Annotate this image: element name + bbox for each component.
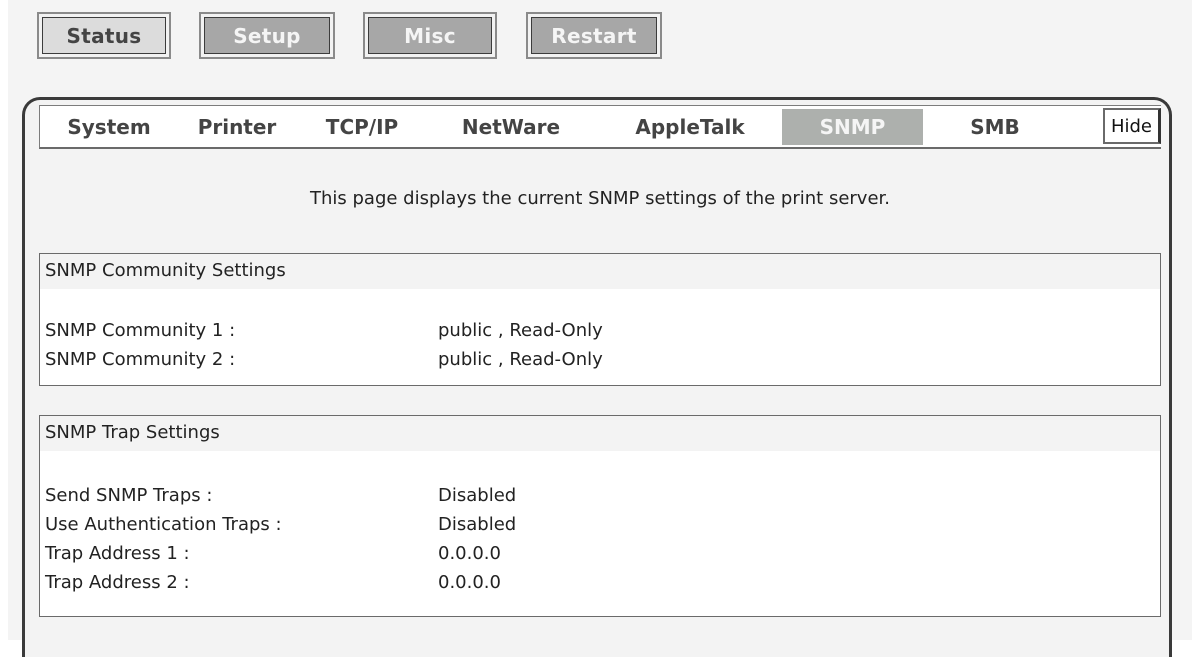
trap-row: Trap Address 2 : 0.0.0.0 [40,568,1160,597]
community-row: SNMP Community 1 : public , Read-Only [40,316,1160,345]
tab-system[interactable]: System [44,109,174,145]
row-label: SNMP Community 1 : [45,320,236,341]
left-margin [0,0,8,640]
tab-netware[interactable]: NetWare [424,109,598,145]
row-value: Disabled [438,514,517,535]
setup-button[interactable]: Setup [199,12,335,59]
trap-row: Use Authentication Traps : Disabled [40,510,1160,539]
tab-appletalk[interactable]: AppleTalk [598,109,782,145]
tab-printer[interactable]: Printer [174,109,300,145]
row-value: 0.0.0.0 [438,543,501,564]
restart-button[interactable]: Restart [526,12,662,59]
row-label: Trap Address 1 : [45,543,190,564]
snmp-community-section: SNMP Community Settings SNMP Community 1… [39,253,1161,386]
hide-button[interactable]: Hide [1103,108,1161,144]
status-button-label: Status [42,17,166,54]
trap-row: Trap Address 1 : 0.0.0.0 [40,539,1160,568]
row-value: Disabled [438,485,517,506]
snmp-trap-section: SNMP Trap Settings Send SNMP Traps : Dis… [39,415,1161,617]
section-title: SNMP Community Settings [40,254,1160,289]
tab-tcpip[interactable]: TCP/IP [300,109,424,145]
row-value: public , Read-Only [438,320,603,341]
misc-button[interactable]: Misc [363,12,497,59]
tab-bar: System Printer TCP/IP NetWare AppleTalk … [39,105,1161,149]
misc-button-label: Misc [368,17,492,54]
section-title: SNMP Trap Settings [40,416,1160,451]
trap-row: Send SNMP Traps : Disabled [40,481,1160,510]
restart-button-label: Restart [531,17,657,54]
tab-smb[interactable]: SMB [923,109,1067,145]
row-label: Send SNMP Traps : [45,485,213,506]
setup-button-label: Setup [204,17,330,54]
tab-snmp[interactable]: SNMP [782,109,923,145]
page-description: This page displays the current SNMP sett… [309,188,890,209]
row-label: Use Authentication Traps : [45,514,282,535]
status-button[interactable]: Status [37,12,171,59]
row-label: SNMP Community 2 : [45,349,236,370]
row-value: 0.0.0.0 [438,572,501,593]
row-value: public , Read-Only [438,349,603,370]
row-label: Trap Address 2 : [45,572,190,593]
community-row: SNMP Community 2 : public , Read-Only [40,345,1160,374]
settings-panel: System Printer TCP/IP NetWare AppleTalk … [22,97,1172,657]
